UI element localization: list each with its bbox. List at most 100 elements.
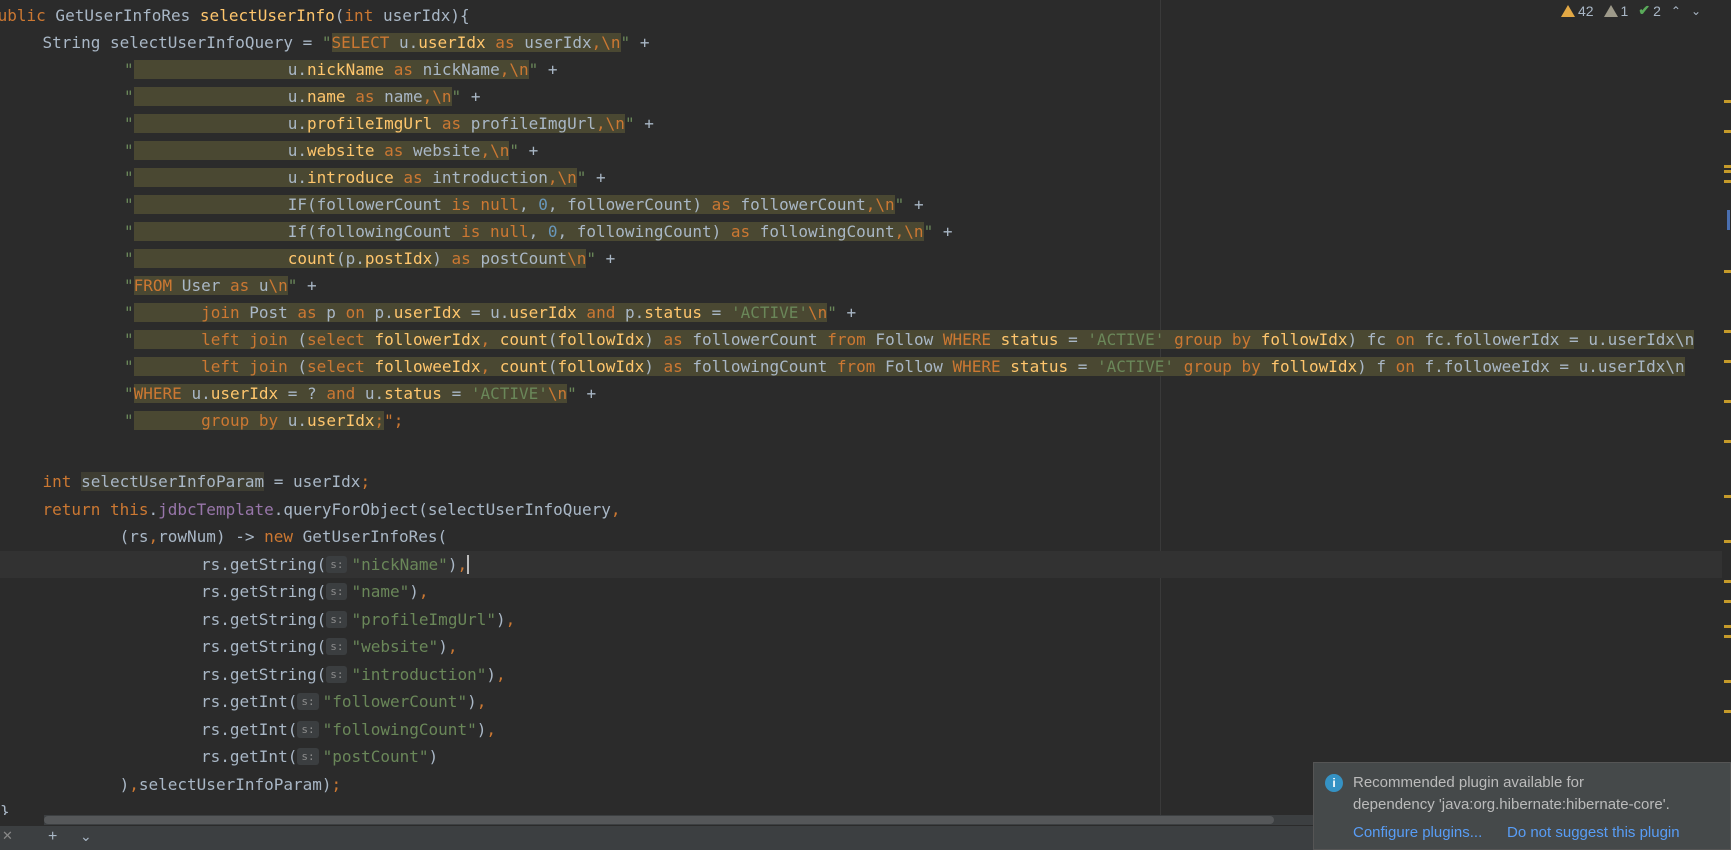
do-not-suggest-link[interactable]: Do not suggest this plugin (1507, 824, 1680, 841)
code-line[interactable]: " u.name as name,\n" + (124, 83, 480, 110)
stripe-mark[interactable] (1724, 495, 1731, 498)
notification-balloon: i Recommended plugin available for depen… (1313, 762, 1731, 850)
code-line[interactable]: } (0, 798, 10, 815)
code-token: followIdx (557, 330, 645, 349)
code-token: String selectUserInfoQuery = (4, 33, 322, 52)
code-token: selectUserInfo (199, 6, 335, 25)
code-token: \n (557, 168, 577, 187)
stripe-mark[interactable] (1724, 710, 1731, 713)
stripe-mark[interactable] (1724, 600, 1731, 603)
code-token: + (596, 249, 616, 268)
code-line[interactable]: rs.getInt(s: "postCount") (201, 743, 438, 770)
code-token: u. (181, 384, 211, 403)
parameter-hint: s: (297, 721, 319, 738)
stripe-mark[interactable] (1724, 580, 1731, 583)
code-line[interactable]: " join Post as p on p.userIdx = u.userId… (124, 299, 856, 326)
stripe-mark[interactable] (1724, 540, 1731, 543)
typos-indicator[interactable]: ✔ 2 (1638, 2, 1661, 19)
stripe-mark[interactable] (1724, 100, 1731, 103)
stripe-mark[interactable] (1724, 130, 1731, 133)
code-line-current[interactable]: rs.getString(s: "nickName"), (0, 551, 1722, 578)
horizontal-scrollbar[interactable] (44, 815, 1316, 825)
code-token: and (576, 303, 616, 322)
code-line[interactable]: return this.jdbcTemplate.queryForObject(… (4, 496, 621, 523)
code-token: followIdx (557, 357, 645, 376)
code-token: userIdx (393, 303, 462, 322)
code-token: rs.getString( (201, 637, 327, 656)
code-line[interactable]: rs.getString(s: "name"), (201, 578, 429, 605)
stripe-mark[interactable] (1724, 360, 1731, 363)
code-line[interactable]: rs.getInt(s: "followingCount"), (201, 716, 496, 743)
parameter-hint: s: (326, 666, 348, 683)
code-line[interactable]: " IF(followerCount is null, 0, followerC… (124, 191, 924, 218)
code-line[interactable]: " u.profileImgUrl as profileImgUrl,\n" + (124, 110, 654, 137)
stripe-mark[interactable] (1724, 400, 1731, 403)
code-line[interactable]: " u.introduce as introduction,\n" + (124, 164, 606, 191)
code-line[interactable]: rs.getString(s: "introduction"), (201, 661, 506, 688)
code-token: , (865, 195, 876, 214)
warnings-indicator[interactable]: 42 (1560, 3, 1594, 19)
code-token: " (124, 330, 134, 349)
code-line[interactable]: public GetUserInfoRes selectUserInfo(int… (0, 2, 470, 29)
code-line[interactable]: "FROM User as u\n" + (124, 272, 317, 299)
code-line[interactable]: int selectUserInfoParam = userIdx; (4, 468, 370, 495)
code-line[interactable]: " count(p.postIdx) as postCount\n" + (124, 245, 615, 272)
code-line[interactable]: (rs,rowNum) -> new GetUserInfoRes( (4, 523, 448, 550)
chevron-down-icon[interactable]: ⌄ (80, 828, 92, 845)
stripe-mark[interactable] (1724, 440, 1731, 443)
weak-warnings-indicator[interactable]: 1 (1603, 3, 1628, 19)
stripe-mark[interactable] (1724, 180, 1731, 183)
code-token: ) (447, 555, 458, 574)
code-token: , (518, 195, 539, 214)
stripe-mark[interactable] (1724, 625, 1731, 628)
code-token: userIdx){ (373, 6, 470, 25)
next-highlight-icon[interactable]: ⌄ (1691, 4, 1701, 18)
error-stripe[interactable] (1721, 0, 1731, 815)
add-icon[interactable]: + (48, 828, 57, 846)
code-line[interactable]: " group by u.userIdx;"; (124, 407, 403, 434)
code-token: WHERE (133, 384, 182, 403)
code-line[interactable]: String selectUserInfoQuery = "SELECT u.u… (4, 29, 649, 56)
stripe-mark[interactable] (1724, 680, 1731, 683)
code-token: rs.getInt( (201, 747, 298, 766)
code-token: ) (467, 692, 477, 711)
code-token: join (201, 303, 240, 322)
code-line[interactable]: rs.getInt(s: "followerCount"), (201, 688, 486, 715)
code-editor[interactable]: public GetUserInfoRes selectUserInfo(int… (0, 0, 1722, 815)
code-token: " (451, 87, 462, 106)
inspection-widget[interactable]: 42 1 ✔ 2 ⌃ ⌄ (1560, 2, 1701, 19)
code-token: "profileImgUrl" (351, 610, 496, 629)
configure-plugins-link[interactable]: Configure plugins... (1353, 824, 1482, 841)
stripe-mark[interactable] (1724, 165, 1731, 168)
code-token: jdbcTemplate (158, 500, 274, 519)
close-tab-icon[interactable]: ✕ (2, 828, 13, 844)
code-token: select (307, 330, 365, 349)
code-token: ) (495, 610, 506, 629)
stripe-mark[interactable] (1724, 270, 1731, 273)
right-margin-guide (1160, 0, 1161, 815)
stripe-mark[interactable] (1724, 330, 1731, 333)
code-token: " (624, 114, 635, 133)
code-line[interactable]: "WHERE u.userIdx = ? and u.status = 'ACT… (124, 380, 596, 407)
code-line[interactable]: " left join (select followeeIdx, count(f… (124, 353, 1685, 380)
stripe-mark[interactable] (1724, 170, 1731, 173)
code-line[interactable]: rs.getString(s: "website"), (201, 633, 457, 660)
previous-highlight-icon[interactable]: ⌃ (1671, 4, 1681, 18)
code-line[interactable]: " u.nickName as nickName,\n" + (124, 56, 558, 83)
code-line[interactable]: ),selectUserInfoParam); (4, 771, 342, 798)
code-line[interactable]: " u.website as website,\n" + (124, 137, 538, 164)
code-token: " (509, 141, 519, 160)
scrollbar-thumb[interactable] (44, 816, 1274, 824)
code-line[interactable]: rs.getString(s: "profileImgUrl"), (201, 606, 515, 633)
code-line[interactable]: " left join (select followerIdx, count(f… (124, 326, 1695, 353)
code-token: followingCount (682, 357, 837, 376)
stripe-mark[interactable] (1724, 635, 1731, 638)
code-token: u. (278, 411, 308, 430)
code-line[interactable]: " If(followingCount is null, 0, followin… (124, 218, 952, 245)
code-token: , (528, 222, 548, 241)
code-token: "name" (351, 582, 410, 601)
stripe-mark[interactable] (1727, 210, 1730, 230)
